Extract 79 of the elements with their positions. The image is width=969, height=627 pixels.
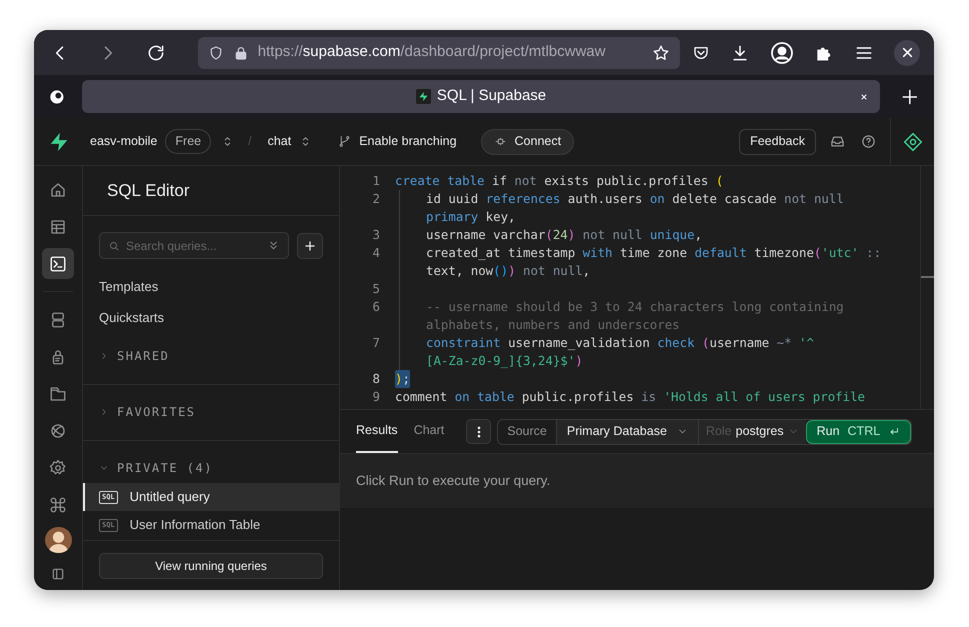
sidebar-link[interactable]: Templates <box>99 277 323 296</box>
search-icon <box>108 240 120 252</box>
help-icon[interactable] <box>861 134 876 149</box>
sidebar-title: SQL Editor <box>107 180 190 202</box>
connect-button[interactable]: Connect <box>480 128 574 154</box>
feedback-button[interactable]: Feedback <box>739 128 816 154</box>
plug-icon <box>494 135 507 148</box>
browser-tab[interactable]: SQL | Supabase <box>82 80 880 113</box>
home-icon <box>49 180 67 199</box>
address-bar[interactable]: https://supabase.com/dashboard/project/mtlbcwwaw <box>198 36 680 68</box>
line-number: 8 <box>372 370 380 388</box>
empty-results-message: Click Run to execute your query. <box>356 472 550 490</box>
diamond-icon[interactable] <box>902 132 922 152</box>
add-query-button[interactable] <box>297 232 323 258</box>
terminal-icon <box>49 254 67 273</box>
enter-key-icon <box>888 426 900 438</box>
database-icon <box>49 310 67 329</box>
code-line: [A-Za-z0-9_]{3,24}$') <box>426 352 583 370</box>
new-tab-icon[interactable] <box>900 86 920 106</box>
line-number: 7 <box>372 334 380 352</box>
branch-name[interactable]: chat <box>268 132 292 151</box>
code-line: constraint username_validation check (username ~* '^ <box>426 334 814 352</box>
project-name[interactable]: easv-mobile <box>90 132 158 151</box>
sidebar-toggle-icon[interactable] <box>50 566 66 582</box>
code-line: username varchar(24) not null unique, <box>426 226 702 244</box>
branch-icon <box>338 135 352 148</box>
code-line: -- username should be 3 to 24 characters long containing <box>426 298 844 316</box>
orbit-icon <box>49 422 67 440</box>
table-icon <box>49 218 67 236</box>
view-running-queries-button[interactable]: View running queries <box>99 552 323 578</box>
firefox-view-icon[interactable] <box>48 88 66 106</box>
lock-icon <box>232 44 249 60</box>
star-icon <box>652 44 670 62</box>
code-editor[interactable] <box>340 166 934 410</box>
code-line: id uuid references auth.users on delete cascade not null <box>426 190 844 208</box>
plan-badge: Free <box>165 129 212 154</box>
line-number: 9 <box>372 388 380 406</box>
line-number: 3 <box>372 226 380 244</box>
close-icon[interactable] <box>860 93 868 101</box>
code-line: alphabets, numbers and underscores <box>426 316 680 334</box>
section-heading[interactable]: PRIVATE (4) <box>117 459 213 477</box>
run-button[interactable]: Run CTRL <box>806 420 912 444</box>
code-line: created_at timestamp with time zone default timezone('utc' :: <box>426 244 882 262</box>
search-field[interactable]: Search queries... <box>99 232 289 259</box>
code-line: comment on table public.profiles is 'Holds all of users profile <box>395 388 865 406</box>
line-number: 4 <box>372 244 380 262</box>
line-number: 6 <box>372 298 380 316</box>
enable-branching-button[interactable]: Enable branching <box>338 132 457 151</box>
line-number: 5 <box>372 280 380 298</box>
sidebar-link[interactable]: Quickstarts <box>99 308 323 327</box>
more-options-button[interactable] <box>466 419 492 444</box>
section-heading[interactable]: SHARED <box>117 347 170 365</box>
inbox-icon[interactable] <box>830 134 845 149</box>
terminal-nav-button[interactable] <box>42 248 74 280</box>
section-heading[interactable]: FAVORITES <box>117 403 196 421</box>
query-name: User Information Table <box>130 516 260 534</box>
database-dropdown[interactable]: Primary Database <box>556 420 699 444</box>
line-number: 1 <box>372 172 380 190</box>
reload-icon[interactable] <box>146 42 166 62</box>
account-icon[interactable] <box>770 40 794 64</box>
url-text: https://supabase.com/dashboard/project/mtlbcwwaw <box>258 42 606 62</box>
close-icon <box>900 46 914 59</box>
line-number: 2 <box>372 190 380 208</box>
close-button[interactable] <box>894 40 920 66</box>
results-tab[interactable]: Chart <box>414 410 444 453</box>
query-name: Untitled query <box>130 488 210 506</box>
settings-icon <box>49 459 67 478</box>
avatar[interactable] <box>44 526 72 553</box>
code-line: create table if not exists public.profiles ( <box>395 172 724 190</box>
plus-icon <box>304 240 316 252</box>
code-line: primary key, <box>426 208 516 226</box>
supabase-logo-icon <box>416 89 431 104</box>
tab-title: SQL | Supabase <box>436 86 546 106</box>
search-input[interactable]: Search queries... <box>126 236 246 254</box>
code-line: text, now()) not null, <box>426 262 590 280</box>
command-icon <box>49 496 67 514</box>
shield-icon <box>208 44 224 60</box>
folder-icon <box>49 384 67 403</box>
breadcrumb-separator: / <box>248 133 252 150</box>
